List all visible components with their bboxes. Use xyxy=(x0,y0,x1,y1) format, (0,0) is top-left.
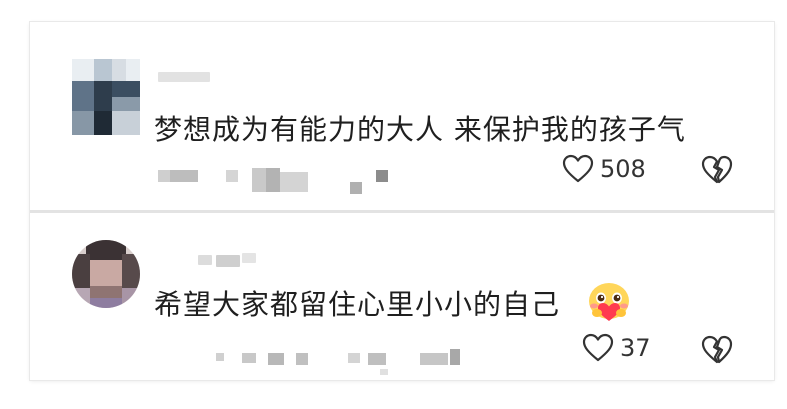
broken-heart-icon xyxy=(700,155,734,189)
avatar[interactable] xyxy=(72,240,140,308)
blushing-heart-hug-emoji-icon xyxy=(586,281,632,327)
like-count: 508 xyxy=(600,155,646,183)
like-count: 37 xyxy=(620,334,651,362)
dislike-button[interactable] xyxy=(700,335,734,369)
like-button[interactable]: 37 xyxy=(582,333,651,363)
avatar[interactable] xyxy=(72,59,140,135)
heart-outline-icon xyxy=(562,154,594,184)
comment-item: 希望大家都留住心里小小的自己 37 xyxy=(30,213,774,380)
comment-text: 希望大家都留住心里小小的自己 xyxy=(154,288,561,321)
broken-heart-icon xyxy=(700,335,734,369)
comment-item: 梦想成为有能力的大人 来保护我的孩子气 508 xyxy=(30,22,774,210)
dislike-button[interactable] xyxy=(700,155,734,189)
like-button[interactable]: 508 xyxy=(562,154,646,184)
comment-text: 梦想成为有能力的大人 来保护我的孩子气 xyxy=(154,113,686,146)
heart-outline-icon xyxy=(582,333,614,363)
username-redacted[interactable] xyxy=(158,72,210,82)
